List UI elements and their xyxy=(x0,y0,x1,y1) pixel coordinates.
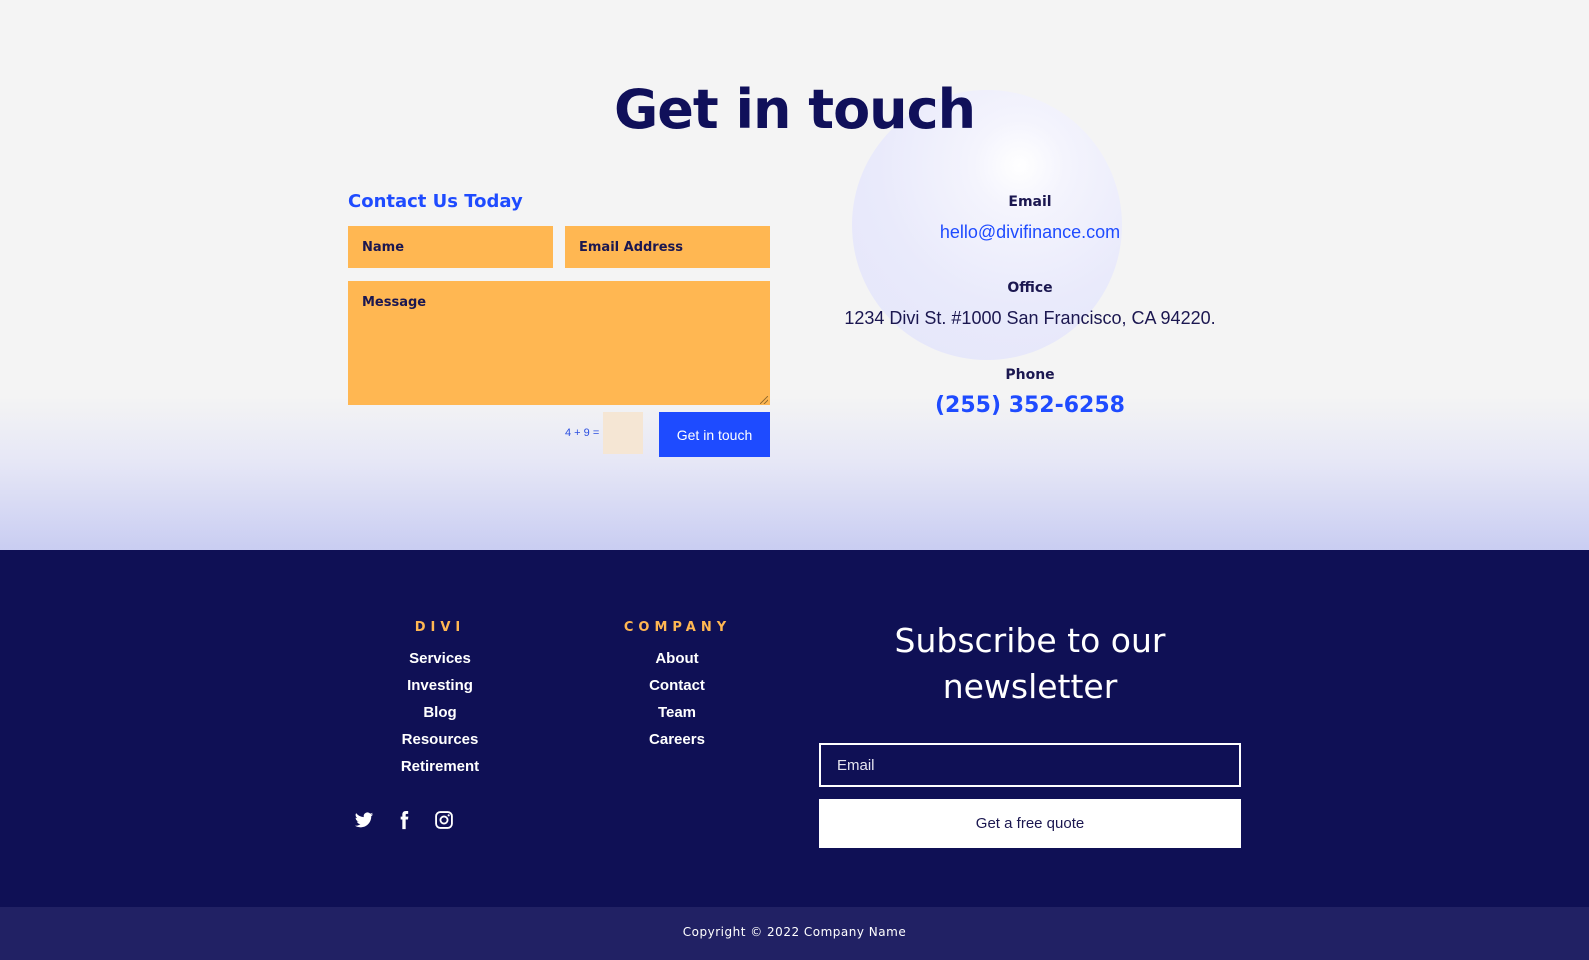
email-info: Email hello@divifinance.com xyxy=(820,194,1240,243)
email-link[interactable]: hello@divifinance.com xyxy=(940,222,1120,243)
footer-link-about[interactable]: About xyxy=(597,645,757,672)
company-links: About Contact Team Careers xyxy=(597,645,757,753)
message-field[interactable] xyxy=(348,281,770,405)
office-address: 1234 Divi St. #1000 San Francisco, CA 94… xyxy=(844,308,1216,328)
divi-links: Services Investing Blog Resources Retire… xyxy=(360,645,520,780)
phone-info: Phone (255) 352-6258 xyxy=(820,367,1240,418)
office-label: Office xyxy=(1007,280,1053,296)
twitter-icon[interactable] xyxy=(354,810,374,830)
email-label: Email xyxy=(1008,194,1052,210)
get-free-quote-button[interactable]: Get a free quote xyxy=(819,799,1241,848)
newsletter-email-input[interactable] xyxy=(819,743,1241,787)
footer xyxy=(0,550,1589,907)
page-title: Get in touch xyxy=(613,78,976,141)
captcha-question: 4 + 9 = xyxy=(565,427,600,439)
footer-link-careers[interactable]: Careers xyxy=(597,726,757,753)
form-heading: Contact Us Today xyxy=(348,191,523,212)
company-column-title: COMPANY xyxy=(623,620,732,635)
footer-link-blog[interactable]: Blog xyxy=(360,699,520,726)
instagram-icon[interactable] xyxy=(434,810,454,830)
captcha-input[interactable] xyxy=(603,412,643,454)
social-links xyxy=(354,810,454,830)
footer-link-investing[interactable]: Investing xyxy=(360,672,520,699)
office-info: Office 1234 Divi St. #1000 San Francisco… xyxy=(820,280,1240,329)
resize-handle[interactable] xyxy=(760,396,768,404)
divi-column-title: DIVI xyxy=(414,620,466,635)
name-field[interactable] xyxy=(348,226,553,268)
facebook-icon[interactable] xyxy=(394,810,414,830)
email-address-field[interactable] xyxy=(565,226,770,268)
footer-link-services[interactable]: Services xyxy=(360,645,520,672)
footer-link-team[interactable]: Team xyxy=(597,699,757,726)
submit-button[interactable]: Get in touch xyxy=(659,412,770,457)
newsletter-title: Subscribe to our newsletter xyxy=(894,621,1166,706)
footer-link-resources[interactable]: Resources xyxy=(360,726,520,753)
footer-link-retirement[interactable]: Retirement xyxy=(360,753,520,780)
footer-link-contact[interactable]: Contact xyxy=(597,672,757,699)
phone-link[interactable]: (255) 352-6258 xyxy=(935,393,1125,418)
copyright-text: Copyright © 2022 Company Name xyxy=(682,925,907,939)
phone-label: Phone xyxy=(1005,367,1055,383)
